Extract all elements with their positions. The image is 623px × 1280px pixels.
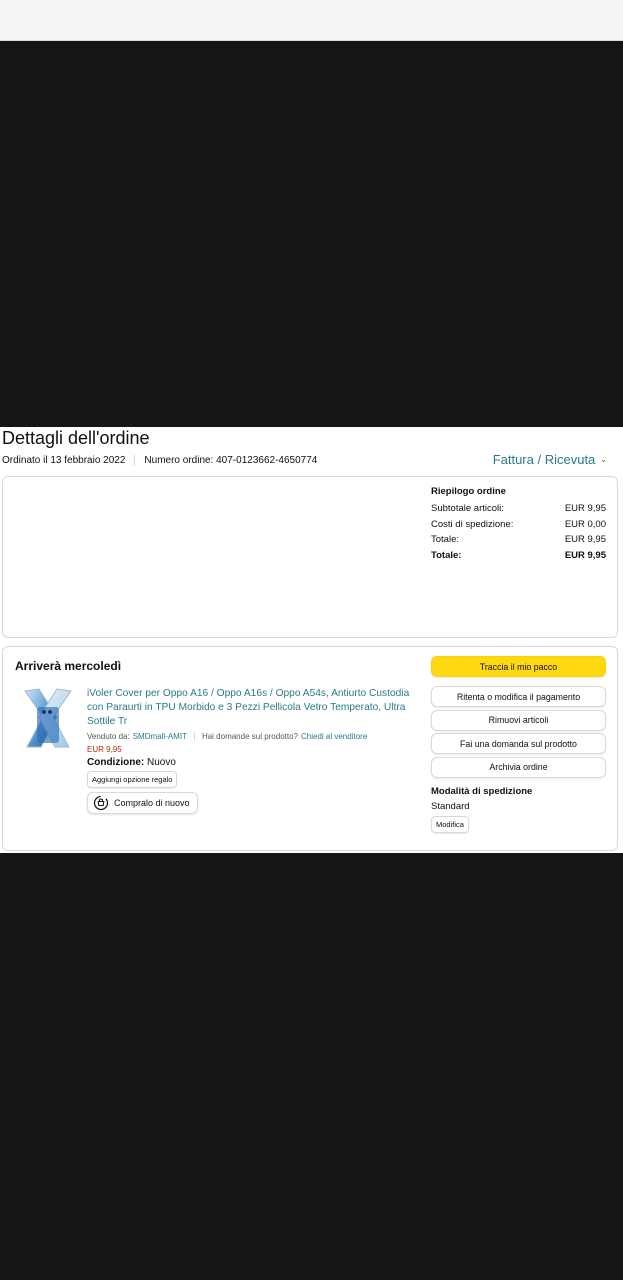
ask-seller-link[interactable]: Chiedi al venditore [301,732,367,741]
summary-row-total: Totale: EUR 9,95 [431,532,606,548]
meta-divider [134,455,136,466]
summary-value: EUR 9,95 [564,549,606,561]
browser-top-bar [0,0,623,41]
dark-backdrop-bottom [0,853,623,1280]
summary-row-grand-total: Totale: EUR 9,95 [431,548,606,564]
buy-again-icon [93,795,109,811]
sold-by-label: Venduto da: [87,732,130,741]
product-info: iVoler Cover per Oppo A16 / Oppo A16s / … [87,687,417,814]
invoice-link-label: Fattura / Ricevuta [492,452,596,467]
summary-label: Subtotale articoli: [431,503,504,515]
phone-case-icon [24,688,72,748]
ask-question-button[interactable]: Fai una domanda sul prodotto [431,733,606,754]
track-package-button[interactable]: Traccia il mio pacco [431,656,606,677]
seller-link[interactable]: SMDmall-AMIT [133,732,187,741]
summary-value: EUR 0,00 [564,518,606,530]
order-actions: Traccia il mio pacco Ritenta o modifica … [431,656,606,833]
edit-shipping-button[interactable]: Modifica [431,815,469,833]
buy-again-label: Compralo di nuovo [114,798,190,808]
retry-payment-button[interactable]: Ritenta o modifica il pagamento [431,686,606,707]
summary-label: Totale: [431,534,459,546]
order-number: Numero ordine: 407-0123662-4650774 [144,455,318,466]
seller-divider [193,732,195,741]
archive-order-button[interactable]: Archivia ordine [431,756,606,778]
product-price: EUR 9,95 [87,745,122,754]
summary-value: EUR 9,95 [564,503,606,515]
shipping-method-value: Standard [431,800,470,812]
shipment-box: Arriverà mercoledì iVoler Cover per Oppo… [2,646,618,851]
summary-heading: Riepilogo ordine [431,486,506,497]
delivery-title: Arriverà mercoledì [15,659,122,673]
question-label: Hai domande sul prodotto? [201,732,298,741]
remove-items-button[interactable]: Rimuovi articoli [431,709,606,731]
summary-label: Totale: [431,549,462,561]
invoice-dropdown[interactable]: Fattura / Ricevuta ⌄ [493,452,607,467]
summary-row-subtotal: Subtotale articoli: EUR 9,95 [431,501,606,517]
seller-row: Venduto da: SMDmall-AMIT Hai domande sul… [87,732,417,741]
condition-value: Nuovo [147,757,176,768]
order-details-panel: Dettagli dell'ordine Ordinato il 13 febb… [0,427,623,853]
add-gift-option-button[interactable]: Aggiungi opzione regalo [87,771,178,788]
product-image[interactable] [17,685,79,751]
summary-label: Costi di spedizione: [431,518,514,530]
product-condition: Condizione: Nuovo [87,757,417,768]
order-meta: Ordinato il 13 febbraio 2022 Numero ordi… [2,455,317,466]
condition-label: Condizione: [87,757,145,768]
order-summary-box: Riepilogo ordine Subtotale articoli: EUR… [2,476,618,638]
product-title-link[interactable]: iVoler Cover per Oppo A16 / Oppo A16s / … [87,687,417,729]
page-title: Dettagli dell'ordine [2,428,150,448]
dark-backdrop-top [0,41,623,427]
order-date: Ordinato il 13 febbraio 2022 [2,455,126,466]
summary-value: EUR 9,95 [564,534,606,546]
buy-again-button[interactable]: Compralo di nuovo [87,792,198,814]
shipping-method-heading: Modalità di spedizione [431,785,533,797]
summary-row-shipping: Costi di spedizione: EUR 0,00 [431,517,606,533]
order-summary: Riepilogo ordine Subtotale articoli: EUR… [431,486,606,563]
chevron-down-icon: ⌄ [600,455,607,464]
